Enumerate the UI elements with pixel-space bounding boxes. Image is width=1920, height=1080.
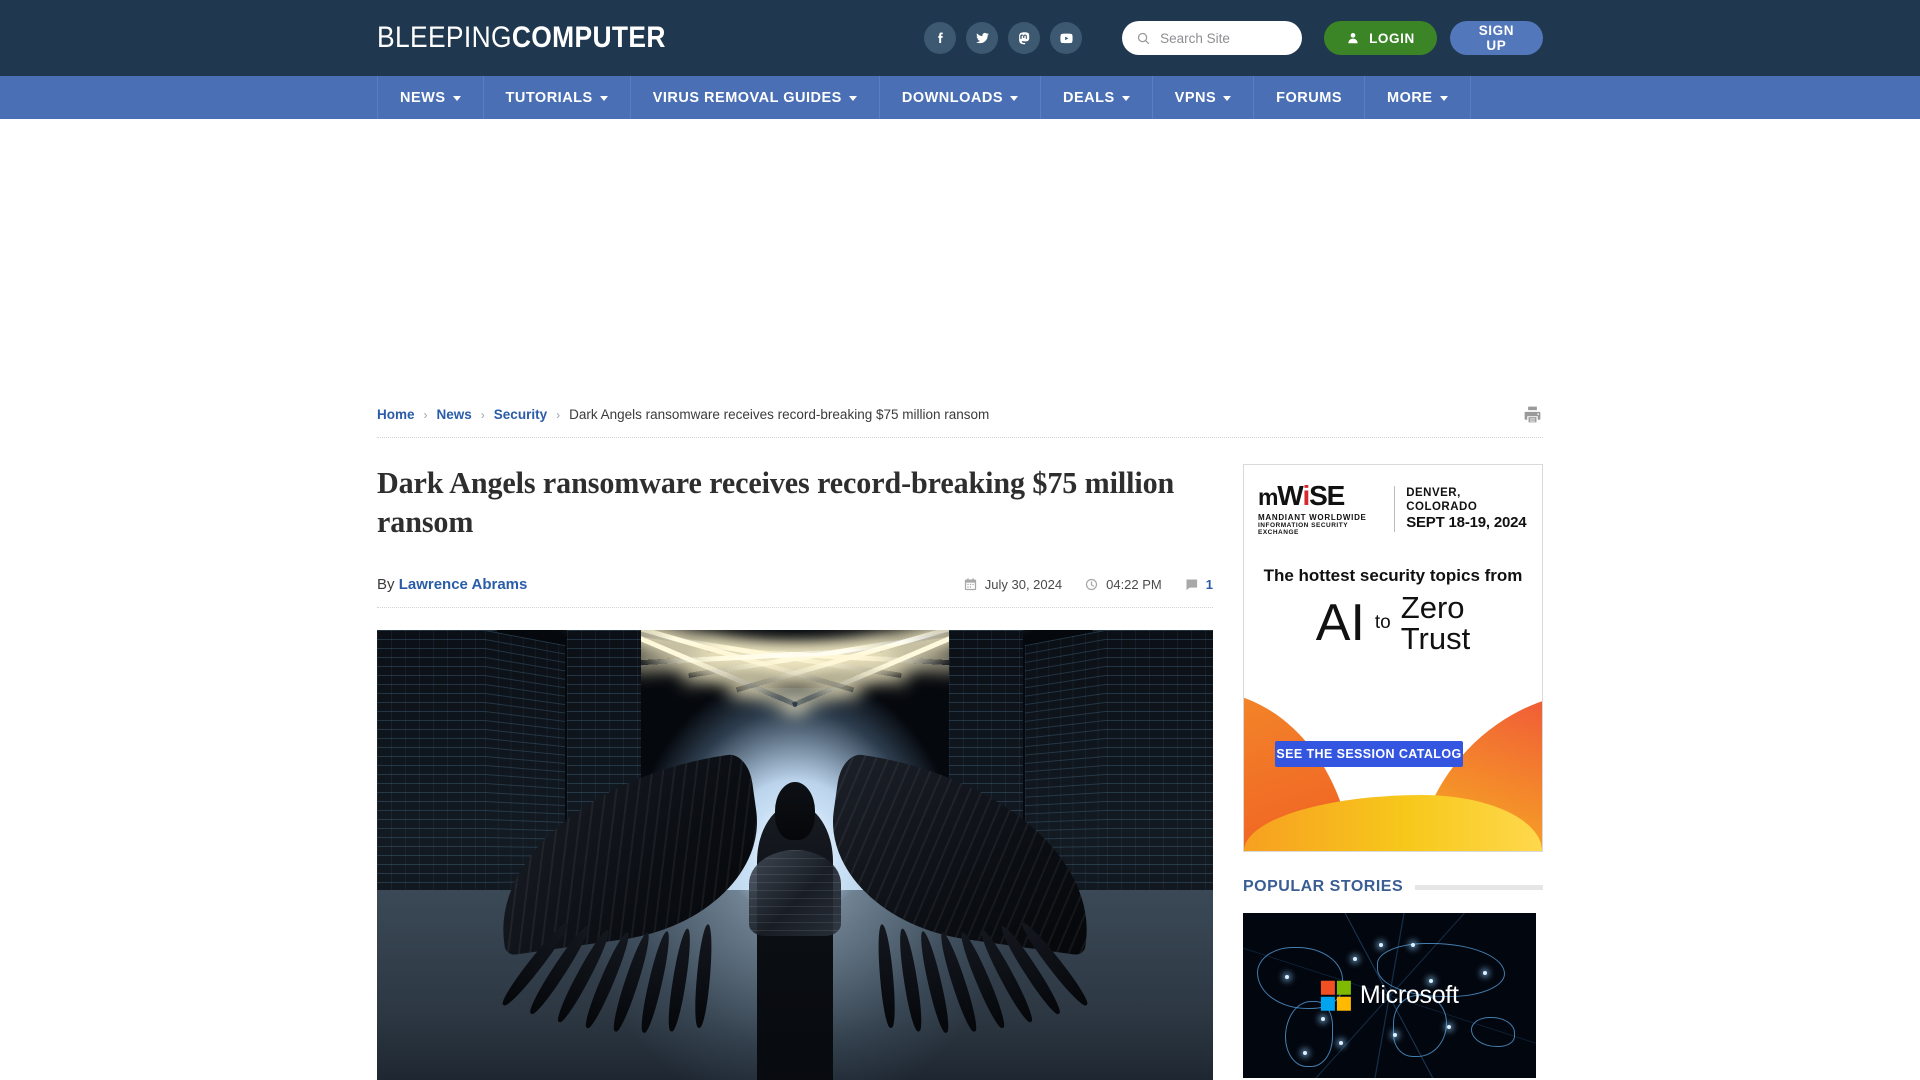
ad-cta-button[interactable]: SEE THE SESSION CATALOG bbox=[1275, 741, 1463, 767]
ad-city: DENVER, COLORADO bbox=[1406, 486, 1528, 515]
breadcrumb-current: Dark Angels ransomware receives record-b… bbox=[569, 407, 989, 422]
ad-headline-to: to bbox=[1375, 612, 1391, 634]
chevron-down-icon bbox=[1122, 96, 1130, 101]
login-button-label: LOGIN bbox=[1369, 31, 1415, 46]
nav-label: MORE bbox=[1387, 90, 1433, 106]
ad-tagline: The hottest security topics from bbox=[1244, 566, 1542, 586]
breadcrumb-separator: › bbox=[556, 408, 560, 422]
ad-headline-zero: Zero bbox=[1401, 592, 1470, 624]
microsoft-logo: Microsoft bbox=[1320, 980, 1458, 1011]
mwise-logo-m: m bbox=[1258, 487, 1277, 509]
nav-label: DOWNLOADS bbox=[902, 90, 1003, 106]
section-divider bbox=[1415, 885, 1543, 890]
comment-count-text: 1 bbox=[1206, 577, 1213, 592]
mwise-subtitle-line1: MANDIANT WORLDWIDE bbox=[1258, 513, 1367, 522]
user-icon bbox=[1346, 31, 1360, 45]
nav-item-virus-removal-guides[interactable]: VIRUS REMOVAL GUIDES bbox=[631, 76, 880, 119]
chevron-down-icon bbox=[600, 96, 608, 101]
ad-headline-trust: Trust bbox=[1401, 623, 1470, 655]
nav-label: DEALS bbox=[1063, 90, 1115, 106]
chevron-down-icon bbox=[1440, 96, 1448, 101]
chevron-down-icon bbox=[453, 96, 461, 101]
breadcrumb-news[interactable]: News bbox=[437, 407, 472, 422]
signup-button-label: SIGN UP bbox=[1474, 23, 1519, 53]
publish-date: July 30, 2024 bbox=[963, 577, 1062, 592]
breadcrumb-separator: › bbox=[424, 408, 428, 422]
nav-label: FORUMS bbox=[1276, 90, 1342, 106]
article-hero-image bbox=[377, 630, 1213, 1080]
mwise-logo-w: W bbox=[1277, 483, 1302, 510]
breadcrumb-security[interactable]: Security bbox=[494, 407, 547, 422]
nav-label: VIRUS REMOVAL GUIDES bbox=[653, 90, 842, 106]
page-title: Dark Angels ransomware receives record-b… bbox=[377, 464, 1188, 542]
mastodon-icon[interactable] bbox=[1008, 22, 1040, 54]
signup-button[interactable]: SIGN UP bbox=[1450, 21, 1543, 55]
popular-stories-title: POPULAR STORIES bbox=[1243, 878, 1403, 896]
mwise-logo-se: SE bbox=[1309, 483, 1344, 510]
site-logo[interactable]: BLEEPINGCOMPUTER bbox=[377, 21, 666, 55]
nav-item-downloads[interactable]: DOWNLOADS bbox=[880, 76, 1041, 119]
main-navigation: NEWS TUTORIALS VIRUS REMOVAL GUIDES DOWN… bbox=[0, 76, 1920, 119]
search-box[interactable] bbox=[1122, 21, 1302, 55]
chevron-down-icon bbox=[1010, 96, 1018, 101]
youtube-icon[interactable] bbox=[1050, 22, 1082, 54]
mwise-subtitle-line2: INFORMATION SECURITY EXCHANGE bbox=[1258, 522, 1383, 536]
nav-label: TUTORIALS bbox=[506, 90, 593, 106]
angel-figure bbox=[485, 718, 1105, 1080]
breadcrumb-home[interactable]: Home bbox=[377, 407, 415, 422]
sidebar: m Wi SE MANDIANT WORLDWIDE INFORMATION SEC… bbox=[1243, 438, 1543, 1080]
publish-date-text: July 30, 2024 bbox=[985, 577, 1062, 592]
breadcrumb: Home › News › Security › Dark Angels ran… bbox=[377, 404, 1543, 438]
popular-story-thumbnail[interactable]: Microsoft bbox=[1243, 913, 1536, 1078]
ad-headline-ai: AI bbox=[1316, 597, 1365, 649]
microsoft-squares-icon bbox=[1320, 980, 1351, 1011]
logo-text-light: BLEEPING bbox=[377, 21, 512, 54]
comment-icon bbox=[1184, 577, 1199, 592]
print-icon[interactable] bbox=[1522, 404, 1543, 425]
search-input[interactable] bbox=[1160, 31, 1288, 46]
nav-item-deals[interactable]: DEALS bbox=[1041, 76, 1153, 119]
publish-time-text: 04:22 PM bbox=[1106, 577, 1162, 592]
logo-text-bold: COMPUTER bbox=[512, 21, 666, 54]
chevron-down-icon bbox=[1223, 96, 1231, 101]
site-header: BLEEPINGCOMPUTER LOGIN bbox=[0, 0, 1920, 76]
leaderboard-ad-slot bbox=[0, 119, 1920, 404]
publish-time: 04:22 PM bbox=[1084, 577, 1162, 592]
mwise-logo-i: i bbox=[1303, 483, 1310, 510]
nav-label: NEWS bbox=[400, 90, 446, 106]
popular-stories-header: POPULAR STORIES bbox=[1243, 878, 1543, 896]
sidebar-ad-mwise[interactable]: m Wi SE MANDIANT WORLDWIDE INFORMATION SEC… bbox=[1243, 464, 1543, 852]
nav-item-tutorials[interactable]: TUTORIALS bbox=[484, 76, 631, 119]
clock-icon bbox=[1084, 577, 1099, 592]
ad-dates: SEPT 18-19, 2024 bbox=[1406, 514, 1528, 533]
twitter-icon[interactable] bbox=[966, 22, 998, 54]
breadcrumb-separator: › bbox=[481, 408, 485, 422]
nav-item-more[interactable]: MORE bbox=[1365, 76, 1471, 119]
ad-divider bbox=[1394, 486, 1395, 532]
article-meta: By Lawrence Abrams July 30, 2024 04:22 P… bbox=[377, 576, 1213, 608]
comment-count[interactable]: 1 bbox=[1184, 577, 1213, 592]
nav-item-news[interactable]: NEWS bbox=[377, 76, 484, 119]
byline-prefix: By bbox=[377, 576, 395, 593]
article-main: Dark Angels ransomware receives record-b… bbox=[377, 438, 1213, 1080]
login-button[interactable]: LOGIN bbox=[1324, 21, 1437, 55]
nav-item-vpns[interactable]: VPNS bbox=[1153, 76, 1255, 119]
nav-label: VPNS bbox=[1175, 90, 1217, 106]
facebook-icon[interactable] bbox=[924, 22, 956, 54]
article-author[interactable]: Lawrence Abrams bbox=[399, 576, 528, 593]
social-links bbox=[924, 22, 1082, 54]
chevron-down-icon bbox=[849, 96, 857, 101]
search-icon bbox=[1136, 31, 1151, 46]
microsoft-wordmark: Microsoft bbox=[1360, 981, 1459, 1010]
calendar-icon bbox=[963, 577, 978, 592]
mwise-logo: m Wi SE MANDIANT WORLDWIDE INFORMATION SEC… bbox=[1258, 483, 1383, 536]
nav-item-forums[interactable]: FORUMS bbox=[1254, 76, 1365, 119]
